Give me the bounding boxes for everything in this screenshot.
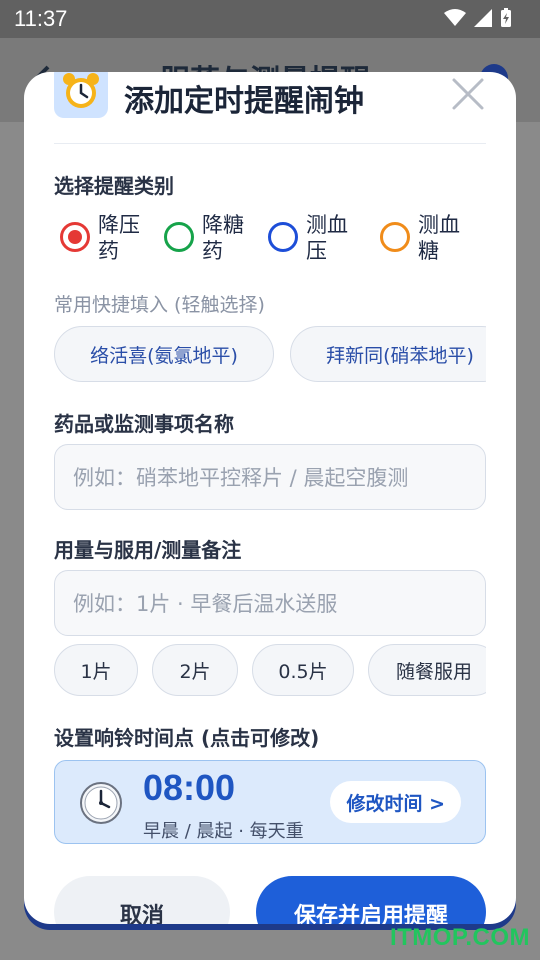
- alarm-time-value: 08:00: [143, 767, 236, 808]
- dose-input[interactable]: 例如：1片 · 早餐后温水送服: [54, 570, 486, 636]
- dose-chips: 1片 2片 0.5片 随餐服用: [54, 644, 486, 704]
- category-option-measure-glucose[interactable]: 测血糖: [380, 212, 470, 264]
- dose-chip[interactable]: 随餐服用: [368, 644, 486, 696]
- category-option-label: 降糖药: [202, 213, 244, 263]
- status-time: 11:37: [14, 6, 68, 31]
- name-input[interactable]: 例如：硝苯地平控释片 / 晨起空腹测: [54, 444, 486, 510]
- dialog-title: 添加定时提醒闹钟: [124, 84, 364, 119]
- category-option-measure-bp[interactable]: 测血压: [268, 212, 358, 264]
- radio-unselected-icon: [380, 222, 410, 252]
- category-option-label: 测血糖: [418, 213, 460, 263]
- dose-chip[interactable]: 0.5片: [252, 644, 354, 696]
- cancel-button[interactable]: 取消: [54, 876, 230, 924]
- dose-label: 用量与服用/测量备注: [54, 538, 242, 562]
- dose-chip[interactable]: 1片: [54, 644, 138, 696]
- time-label: 设置响铃时间点 (点击可修改): [54, 726, 320, 750]
- status-bar: 11:37: [0, 0, 540, 38]
- quick-chip[interactable]: 拜新同(硝苯地平): [290, 326, 486, 382]
- category-option-label: 降压药: [98, 213, 140, 263]
- category-radio-group: 降压药 降糖药 测血压 测血糖: [60, 212, 490, 272]
- edit-time-button[interactable]: 修改时间 >: [330, 781, 461, 823]
- clock-icon: [80, 782, 122, 824]
- save-button[interactable]: 保存并启用提醒: [256, 876, 486, 924]
- watermark-text: ITMOP.COM: [389, 924, 530, 951]
- close-icon[interactable]: [450, 76, 486, 112]
- category-option-bp-drug[interactable]: 降压药: [60, 212, 150, 264]
- category-label: 选择提醒类别: [54, 174, 174, 198]
- alarm-time-card[interactable]: 08:00 早晨 / 晨起 · 每天重 修改时间 >: [54, 760, 486, 844]
- radio-selected-icon: [60, 222, 90, 252]
- category-option-glucose-drug[interactable]: 降糖药: [164, 212, 254, 264]
- battery-icon: [501, 8, 511, 27]
- wifi-icon: [444, 9, 466, 26]
- quick-chip[interactable]: 络活喜(氨氯地平): [54, 326, 274, 382]
- add-reminder-dialog: 添加定时提醒闹钟 选择提醒类别 降压药 降糖药 测血压 测血糖 常用快捷填入 (…: [24, 72, 516, 924]
- alarm-clock-icon: [54, 72, 108, 118]
- status-icons: [444, 8, 512, 28]
- quick-fill-hint: 常用快捷填入 (轻触选择): [54, 294, 265, 316]
- radio-unselected-icon: [164, 222, 194, 252]
- category-option-label: 测血压: [306, 213, 348, 263]
- dialog-header: 添加定时提醒闹钟: [54, 72, 486, 144]
- dose-chip[interactable]: 2片: [152, 644, 238, 696]
- alarm-time-description: 早晨 / 晨起 · 每天重: [143, 821, 304, 842]
- signal-icon: [474, 9, 492, 27]
- radio-unselected-icon: [268, 222, 298, 252]
- name-label: 药品或监测事项名称: [54, 412, 234, 436]
- quick-fill-chips: 络活喜(氨氯地平) 拜新同(硝苯地平): [54, 326, 486, 386]
